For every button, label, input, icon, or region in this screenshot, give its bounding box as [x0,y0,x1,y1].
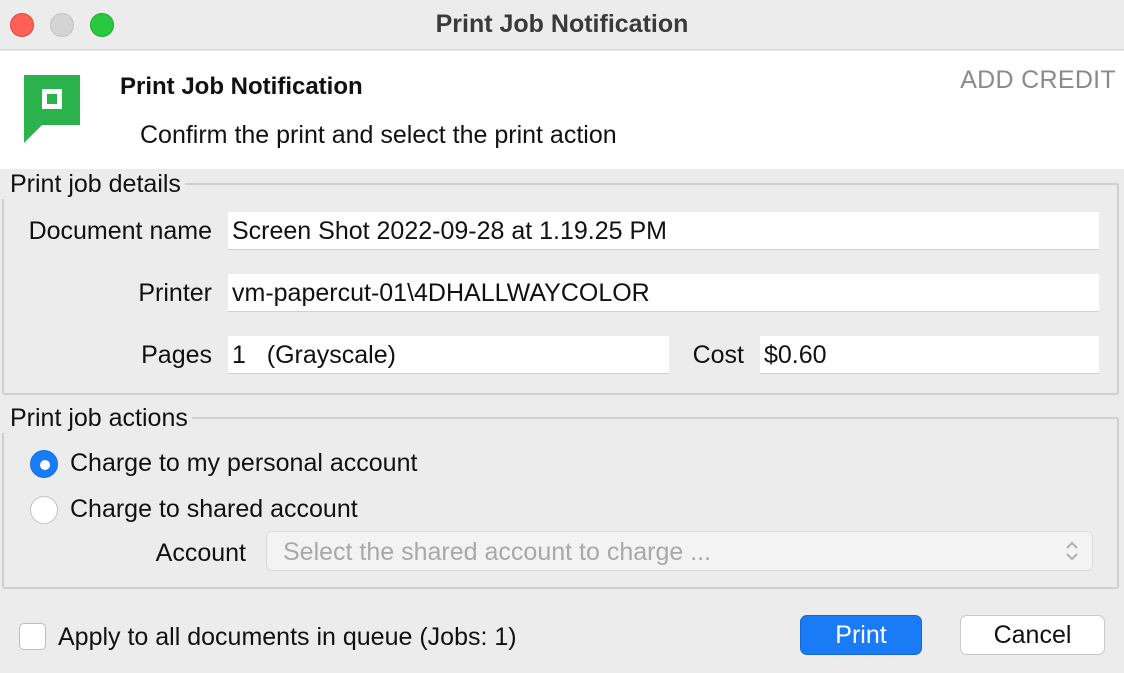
apply-all-checkbox[interactable] [19,623,46,650]
personal-account-label[interactable]: Charge to my personal account [70,449,417,478]
shared-account-placeholder: Select the shared account to charge ... [283,538,712,566]
printer-label: Printer [138,279,212,307]
header-subtitle: Confirm the print and select the print a… [140,121,617,149]
window-title: Print Job Notification [435,10,689,38]
shared-account-radio[interactable] [30,496,58,524]
personal-account-radio[interactable] [30,450,58,478]
header-title: Print Job Notification [120,73,363,100]
pages-field: 1 (Grayscale) [228,336,669,374]
print-job-actions-legend: Print job actions [0,404,192,433]
account-label: Account [155,539,246,567]
printer-field: vm-papercut-01\4DHALLWAYCOLOR [228,274,1099,312]
shared-account-label[interactable]: Charge to shared account [70,495,358,524]
title-bar: Print Job Notification [0,0,1124,50]
apply-all-label[interactable]: Apply to all documents in queue (Jobs: 1… [58,623,517,652]
cancel-button[interactable]: Cancel [960,615,1105,655]
document-name-label: Document name [28,217,212,245]
chevron-up-down-icon [1066,541,1078,561]
cost-field: $0.60 [760,336,1099,374]
shared-account-select[interactable]: Select the shared account to charge ... [266,531,1093,571]
pages-label: Pages [141,341,212,369]
papercut-logo-icon [24,75,80,143]
add-credit-link[interactable]: ADD CREDIT [960,66,1116,95]
document-name-field: Screen Shot 2022-09-28 at 1.19.25 PM [228,212,1099,250]
print-button[interactable]: Print [800,615,922,655]
cost-label: Cost [692,341,744,369]
print-job-details-legend: Print job details [0,170,185,199]
dialog-header: Print Job Notification Confirm the print… [0,51,1124,169]
